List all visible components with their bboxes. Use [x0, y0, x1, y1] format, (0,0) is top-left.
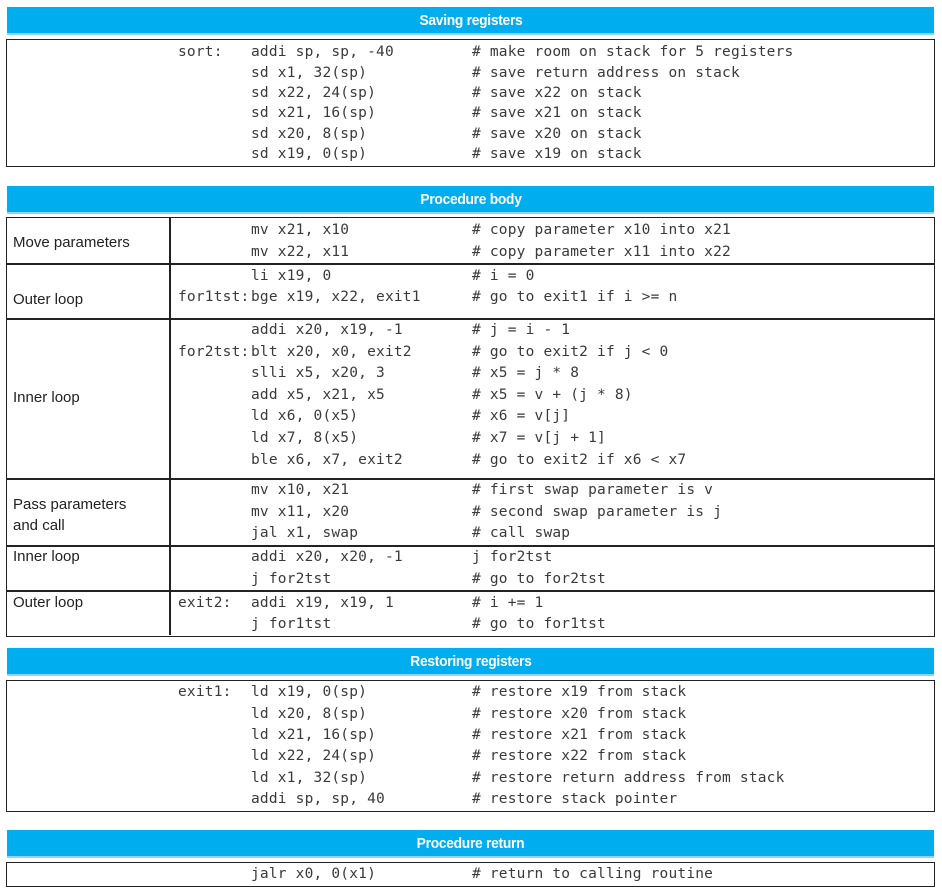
code-comment: # return to calling routine [472, 866, 714, 882]
code-instruction: sd x1, 32(sp) [251, 65, 368, 81]
code-comment: # save return address on stack [472, 65, 740, 81]
code-instruction: jal x1, swap [251, 525, 359, 541]
code-label: exit1: [178, 684, 232, 700]
section-header-procedure-return: Procedure return [7, 830, 934, 858]
row-divider [7, 318, 934, 320]
row-label-outer-loop-2: Outer loop [13, 594, 84, 611]
row-label-inner-loop-2: Inner loop [13, 548, 80, 565]
code-comment: # j = i - 1 [472, 322, 571, 338]
row-divider [7, 263, 934, 265]
saving-registers-box: sort: addi sp, sp, -40 # make room on st… [6, 39, 935, 167]
code-instruction: mv x11, x20 [251, 504, 350, 520]
code-comment: # restore x20 from stack [472, 706, 687, 722]
code-instruction: add x5, x21, x5 [251, 387, 385, 403]
code-label: exit2: [178, 595, 232, 611]
code-comment: # go to exit2 if x6 < x7 [472, 452, 687, 468]
code-instruction: addi sp, sp, 40 [251, 791, 385, 807]
code-instruction: ld x20, 8(sp) [251, 706, 368, 722]
section-title: Restoring registers [409, 653, 532, 670]
code-instruction: mv x10, x21 [251, 482, 350, 498]
column-divider [169, 218, 171, 635]
code-instruction: mv x21, x10 [251, 222, 350, 238]
code-instruction: ld x22, 24(sp) [251, 748, 377, 764]
code-comment: # x6 = v[j] [472, 408, 571, 424]
code-instruction: ble x6, x7, exit2 [251, 452, 403, 468]
code-label: for2tst: [178, 344, 250, 360]
code-instruction: li x19, 0 [251, 268, 332, 284]
section-title: Procedure return [416, 835, 525, 852]
code-comment: # second swap parameter is j [472, 504, 723, 520]
code-comment: # i += 1 [472, 595, 544, 611]
code-comment: # restore stack pointer [472, 791, 678, 807]
code-comment: # go to for1tst [472, 616, 606, 632]
code-instruction: jalr x0, 0(x1) [251, 866, 377, 882]
code-comment: # restore return address from stack [472, 770, 785, 786]
section-header-procedure-body: Procedure body [7, 186, 934, 214]
code-comment: # x7 = v[j + 1] [472, 430, 606, 446]
row-label-inner-loop: Inner loop [13, 389, 80, 406]
code-comment: # restore x19 from stack [472, 684, 687, 700]
row-label-pass-parameters-line1: Pass parameters [13, 496, 127, 513]
code-instruction: blt x20, x0, exit2 [251, 344, 412, 360]
code-instruction: bge x19, x22, exit1 [251, 289, 421, 305]
code-label: for1tst: [178, 289, 250, 305]
code-comment: # first swap parameter is v [472, 482, 714, 498]
code-comment: # save x22 on stack [472, 85, 642, 101]
code-instruction: slli x5, x20, 3 [251, 365, 385, 381]
code-comment: # x5 = j * 8 [472, 365, 580, 381]
code-instruction: sd x21, 16(sp) [251, 105, 377, 121]
code-instruction: ld x7, 8(x5) [251, 430, 359, 446]
code-instruction: sd x22, 24(sp) [251, 85, 377, 101]
code-instruction: addi x20, x19, -1 [251, 322, 403, 338]
code-instruction: ld x19, 0(sp) [251, 684, 368, 700]
code-comment: # save x21 on stack [472, 105, 642, 121]
row-label-outer-loop: Outer loop [13, 291, 84, 308]
code-comment: # i = 0 [472, 268, 535, 284]
procedure-body-box: Move parameters mv x21, x10 # copy param… [6, 217, 935, 637]
code-comment: # copy parameter x11 into x22 [472, 244, 731, 260]
code-instruction: addi x20, x20, -1 [251, 549, 403, 565]
code-comment: j for2tst [472, 549, 553, 565]
row-divider [7, 478, 934, 480]
section-title: Procedure body [419, 191, 522, 208]
code-label: sort: [178, 44, 223, 60]
code-comment: # make room on stack for 5 registers [472, 44, 794, 60]
code-instruction: ld x1, 32(sp) [251, 770, 368, 786]
section-header-restoring-registers: Restoring registers [7, 648, 934, 676]
code-comment: # go to exit2 if j < 0 [472, 344, 669, 360]
code-comment: # call swap [472, 525, 571, 541]
code-instruction: sd x19, 0(sp) [251, 146, 368, 162]
code-comment: # save x20 on stack [472, 126, 642, 142]
section-header-saving-registers: Saving registers [7, 7, 934, 35]
code-instruction: j for2tst [251, 571, 332, 587]
code-instruction: ld x6, 0(x5) [251, 408, 359, 424]
code-instruction: mv x22, x11 [251, 244, 350, 260]
row-label-pass-parameters-line2: and call [13, 517, 65, 534]
code-comment: # go to exit1 if i >= n [472, 289, 678, 305]
code-comment: # copy parameter x10 into x21 [472, 222, 731, 238]
code-comment: # save x19 on stack [472, 146, 642, 162]
section-title: Saving registers [419, 12, 522, 29]
code-comment: # go to for2tst [472, 571, 606, 587]
code-comment: # restore x22 from stack [472, 748, 687, 764]
code-instruction: j for1tst [251, 616, 332, 632]
code-instruction: ld x21, 16(sp) [251, 727, 377, 743]
code-comment: # restore x21 from stack [472, 727, 687, 743]
code-instruction: addi x19, x19, 1 [251, 595, 394, 611]
restoring-registers-box: exit1: ld x19, 0(sp) # restore x19 from … [6, 680, 935, 812]
code-comment: # x5 = v + (j * 8) [472, 387, 633, 403]
code-instruction: addi sp, sp, -40 [251, 44, 394, 60]
code-instruction: sd x20, 8(sp) [251, 126, 368, 142]
row-label-move-parameters: Move parameters [13, 234, 130, 251]
procedure-return-box: jalr x0, 0(x1) # return to calling routi… [6, 862, 935, 887]
